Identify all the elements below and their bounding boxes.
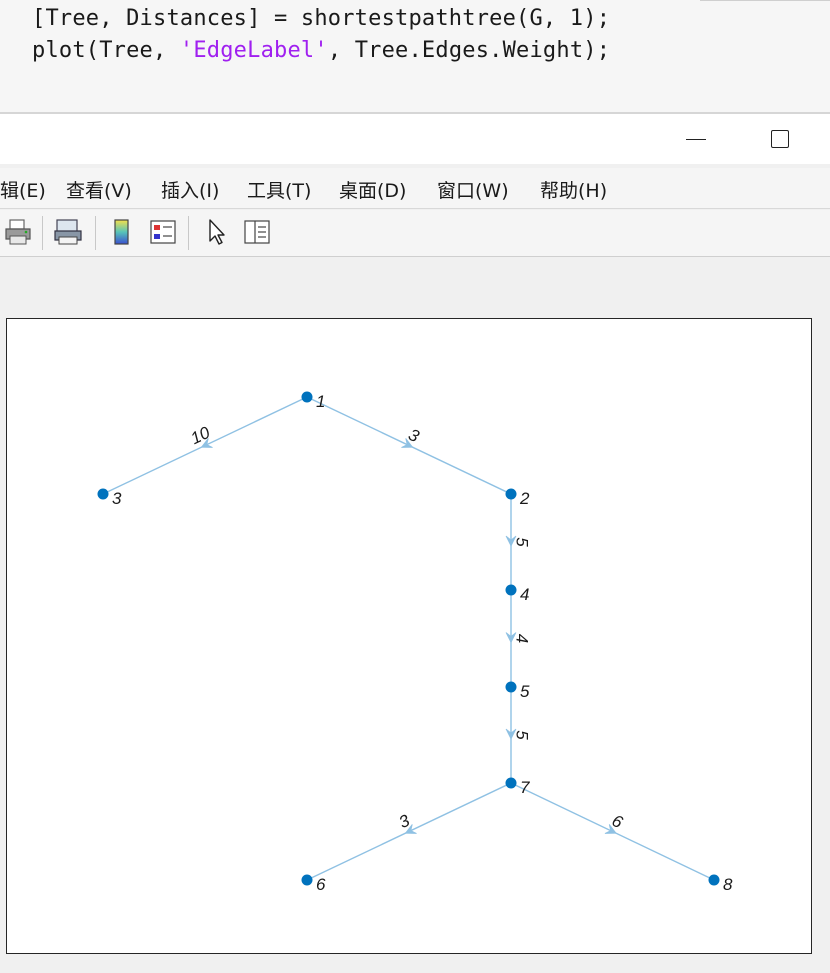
toolbar-separator [95, 216, 96, 250]
graph-node-5 [505, 681, 517, 693]
node-label: 2 [519, 489, 530, 508]
code-text: , Tree.Edges.Weight); [327, 38, 611, 63]
print-preview-icon [54, 219, 82, 245]
graph-node-4 [505, 584, 517, 596]
toolbar-separator [188, 216, 189, 250]
property-editor-icon [244, 220, 270, 244]
minimize-icon [686, 138, 706, 140]
select-pointer-button[interactable] [200, 216, 232, 248]
edge-weight-label: 6 [609, 811, 626, 832]
code-text: plot(Tree, [32, 38, 180, 63]
figure-titlebar [0, 114, 830, 164]
plot-axes[interactable]: 10 3 5 4 5 3 6 1 2 3 4 5 6 7 8 [6, 318, 812, 954]
print-preview-button[interactable] [52, 216, 84, 248]
graph-node-8 [708, 874, 720, 886]
code-line-1[interactable]: [Tree, Distances] = shortestpathtree(G, … [32, 6, 610, 31]
graph-node-6 [301, 874, 313, 886]
figure-toolbar [0, 210, 830, 257]
minimize-button[interactable] [676, 122, 716, 156]
node-label: 1 [316, 392, 325, 411]
maximize-icon [771, 130, 789, 148]
menu-view[interactable]: 查看(V) [66, 176, 132, 203]
node-label: 3 [112, 489, 122, 508]
node-label: 4 [520, 585, 529, 604]
editor-divider [700, 0, 830, 5]
print-icon [5, 219, 31, 245]
edge-weight-label: 10 [188, 423, 214, 449]
legend-icon [150, 220, 176, 244]
edge-weight-label: 3 [396, 811, 413, 832]
figure-window: 辑(E) 查看(V) 插入(I) 工具(T) 桌面(D) 窗口(W) 帮助(H) [0, 114, 830, 973]
menu-bar: 辑(E) 查看(V) 插入(I) 工具(T) 桌面(D) 窗口(W) 帮助(H) [0, 168, 830, 209]
code-string-literal: 'EdgeLabel' [179, 38, 328, 63]
graph-node-7 [505, 777, 517, 789]
code-line-2[interactable]: plot(Tree, 'EdgeLabel', Tree.Edges.Weigh… [32, 38, 610, 63]
node-label: 8 [723, 875, 733, 894]
menu-insert[interactable]: 插入(I) [161, 176, 219, 203]
maximize-button[interactable] [760, 122, 800, 156]
graph-node-1 [301, 391, 313, 403]
node-label: 5 [520, 682, 530, 701]
node-label: 7 [520, 778, 530, 797]
node-label: 6 [316, 875, 326, 894]
print-button[interactable] [2, 216, 34, 248]
pointer-icon [209, 219, 225, 245]
edge-weight-label: 3 [405, 425, 422, 446]
menu-edit[interactable]: 辑(E) [0, 176, 46, 203]
legend-button[interactable] [147, 216, 179, 248]
colorbar-icon [114, 219, 129, 245]
code-text: [Tree, Distances] = shortestpathtree(G, … [32, 6, 611, 31]
menu-help[interactable]: 帮助(H) [540, 176, 607, 203]
colorbar-button[interactable] [106, 216, 138, 248]
graph-node-2 [505, 488, 517, 500]
edge-weight-label: 5 [513, 537, 532, 547]
menu-tools[interactable]: 工具(T) [247, 176, 311, 203]
menu-desktop[interactable]: 桌面(D) [339, 176, 406, 203]
edge-weight-label: 5 [513, 730, 532, 740]
graph-plot: 10 3 5 4 5 3 6 1 2 3 4 5 6 7 8 [97, 391, 733, 894]
edge-weight-label: 4 [513, 634, 532, 643]
menu-window[interactable]: 窗口(W) [437, 176, 509, 203]
graph-node-3 [97, 488, 109, 500]
property-editor-button[interactable] [241, 216, 273, 248]
code-editor[interactable]: [Tree, Distances] = shortestpathtree(G, … [0, 0, 830, 114]
toolbar-separator [42, 216, 43, 250]
